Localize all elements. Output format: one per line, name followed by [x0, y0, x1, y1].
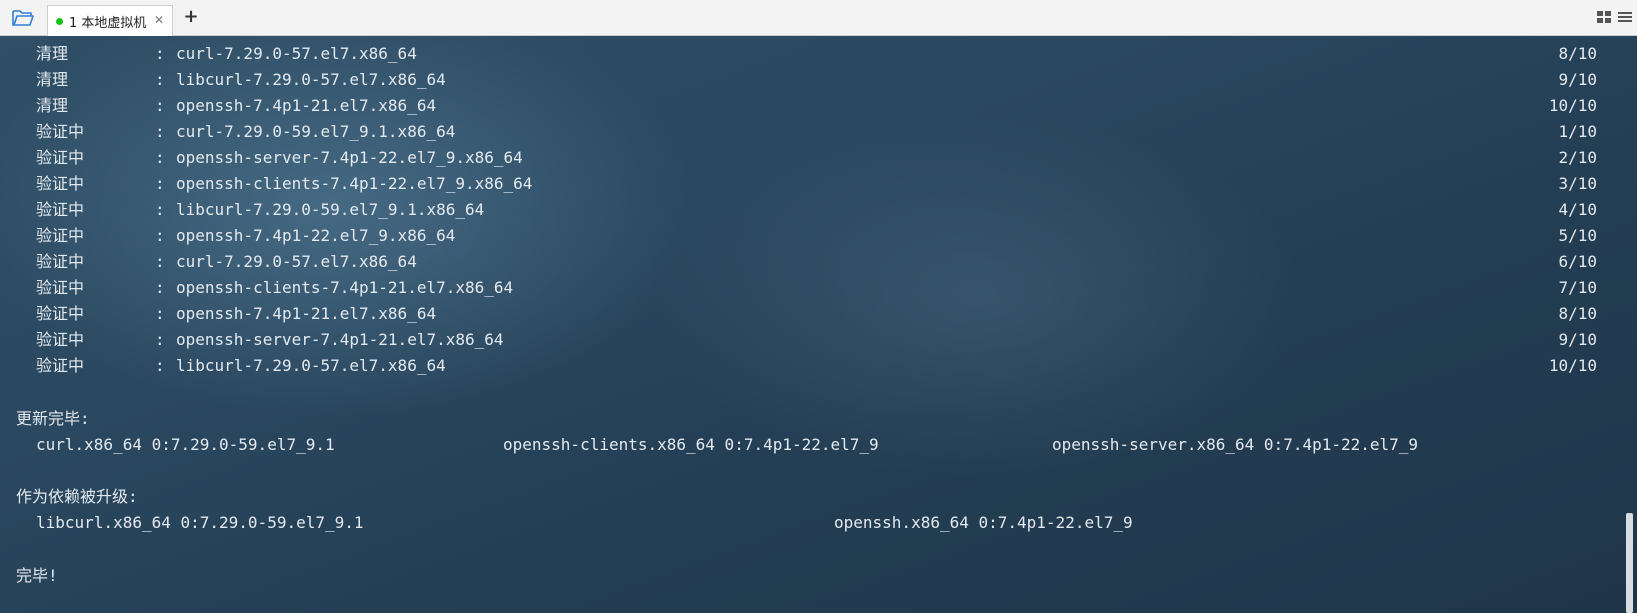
row-package: libcurl-7.29.0-57.el7.x86_64: [176, 356, 446, 375]
row-action: 清理: [36, 44, 69, 63]
updated-package: openssh-clients.x86_64 0:7.4p1-22.el7_9: [503, 435, 879, 454]
updated-heading: 更新完毕:: [16, 409, 90, 428]
row-action: 验证中: [36, 252, 85, 271]
row-separator: :: [155, 304, 165, 323]
row-action: 清理: [36, 70, 69, 89]
row-package: curl-7.29.0-57.el7.x86_64: [176, 44, 417, 63]
row-progress: 10/10: [1548, 356, 1597, 375]
dependency-heading: 作为依赖被升级:: [16, 487, 138, 506]
dependency-package: openssh.x86_64 0:7.4p1-22.el7_9: [834, 513, 1133, 532]
row-action: 验证中: [36, 278, 85, 297]
row-separator: :: [155, 278, 165, 297]
terminal-scrollbar[interactable]: [1626, 513, 1633, 613]
row-package: openssh-server-7.4p1-22.el7_9.x86_64: [176, 148, 523, 167]
row-separator: :: [155, 44, 165, 63]
row-package: libcurl-7.29.0-57.el7.x86_64: [176, 70, 446, 89]
row-progress: 6/10: [1558, 252, 1597, 271]
row-package: curl-7.29.0-59.el7_9.1.x86_64: [176, 122, 456, 141]
row-package: openssh-server-7.4p1-21.el7.x86_64: [176, 330, 504, 349]
tab-local-vm[interactable]: 1 本地虚拟机 ✕: [47, 5, 173, 36]
row-package: openssh-7.4p1-21.el7.x86_64: [176, 304, 437, 323]
row-package: openssh-7.4p1-22.el7_9.x86_64: [176, 226, 456, 245]
row-action: 清理: [36, 96, 69, 115]
row-separator: :: [155, 70, 165, 89]
updated-package: curl.x86_64 0:7.29.0-59.el7_9.1: [36, 435, 335, 454]
row-progress: 8/10: [1558, 304, 1597, 323]
row-separator: :: [155, 122, 165, 141]
row-progress: 3/10: [1558, 174, 1597, 193]
folder-open-icon: [12, 10, 34, 26]
open-session-button[interactable]: [10, 6, 36, 30]
row-action: 验证中: [36, 122, 85, 141]
terminal-output[interactable]: 清理 : curl-7.29.0-57.el7.x86_64 8/10 清理 :…: [0, 36, 1637, 613]
row-separator: :: [155, 148, 165, 167]
tab-title: 本地虚拟机: [81, 15, 147, 31]
row-progress: 5/10: [1558, 226, 1597, 245]
row-progress: 1/10: [1558, 122, 1597, 141]
tab-number: 1: [69, 15, 78, 31]
row-package: libcurl-7.29.0-59.el7_9.1.x86_64: [176, 200, 485, 219]
row-package: curl-7.29.0-57.el7.x86_64: [176, 252, 417, 271]
row-progress: 2/10: [1558, 148, 1597, 167]
grid-layout-icon[interactable]: [1596, 9, 1612, 25]
row-action: 验证中: [36, 356, 85, 375]
row-action: 验证中: [36, 330, 85, 349]
connection-status-icon: [56, 17, 63, 25]
row-progress: 9/10: [1558, 70, 1597, 89]
row-separator: :: [155, 226, 165, 245]
row-progress: 4/10: [1558, 200, 1597, 219]
row-progress: 8/10: [1558, 44, 1597, 63]
close-icon[interactable]: ✕: [154, 13, 164, 27]
hamburger-menu-icon[interactable]: [1617, 9, 1633, 25]
row-package: openssh-clients-7.4p1-21.el7.x86_64: [176, 278, 514, 297]
row-progress: 7/10: [1558, 278, 1597, 297]
row-progress: 9/10: [1558, 330, 1597, 349]
row-separator: :: [155, 174, 165, 193]
row-package: openssh-clients-7.4p1-22.el7_9.x86_64: [176, 174, 533, 193]
row-action: 验证中: [36, 304, 85, 323]
row-action: 验证中: [36, 174, 85, 193]
terminal-app-window: 1 本地虚拟机 ✕ + 清理 : curl-7.29.0-57.el7.x86_…: [0, 0, 1637, 613]
row-action: 验证中: [36, 200, 85, 219]
row-separator: :: [155, 200, 165, 219]
dependency-package: libcurl.x86_64 0:7.29.0-59.el7_9.1: [36, 513, 364, 532]
row-separator: :: [155, 330, 165, 349]
plus-icon[interactable]: +: [181, 6, 201, 28]
row-action: 验证中: [36, 226, 85, 245]
row-separator: :: [155, 96, 165, 115]
updated-package: openssh-server.x86_64 0:7.4p1-22.el7_9: [1052, 435, 1419, 454]
tab-bar: 1 本地虚拟机 ✕ +: [0, 0, 1637, 36]
complete-message: 完毕!: [16, 566, 58, 585]
row-separator: :: [155, 356, 165, 375]
row-separator: :: [155, 252, 165, 271]
row-package: openssh-7.4p1-21.el7.x86_64: [176, 96, 437, 115]
row-progress: 10/10: [1548, 96, 1597, 115]
row-action: 验证中: [36, 148, 85, 167]
